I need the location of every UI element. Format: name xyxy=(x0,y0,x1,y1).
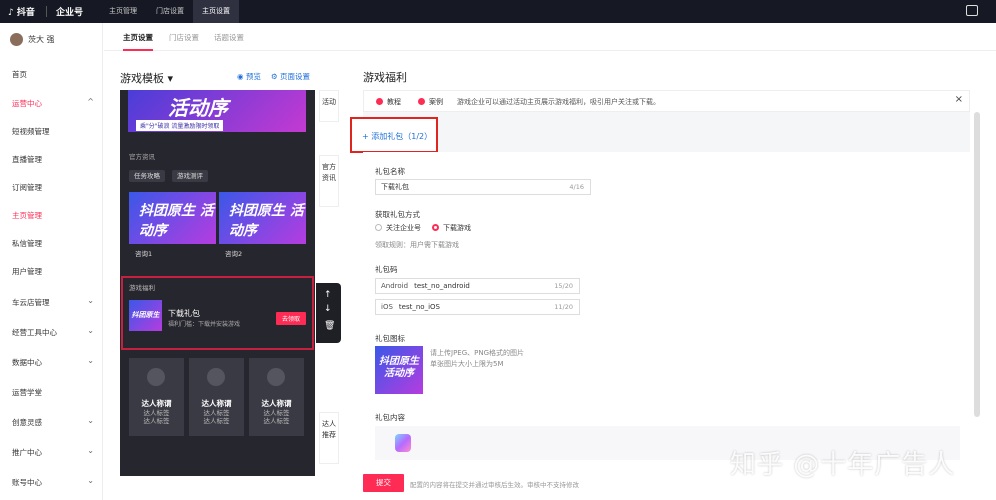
gift-title: 游戏福利 xyxy=(363,71,407,84)
tutorial-link[interactable]: 教程 xyxy=(376,97,401,107)
tab-store-settings[interactable]: 门店设置 xyxy=(169,32,199,43)
gift-code-label: 礼包码 xyxy=(375,265,398,274)
sidebar-item-business-tools[interactable]: 经营工具中心 ⌄ xyxy=(12,326,94,338)
chevron-down-icon: ⌄ xyxy=(87,356,94,365)
news-caption-1: 咨询1 xyxy=(135,250,153,258)
sidebar-item-account[interactable]: 账号中心 ⌄ xyxy=(12,476,94,488)
doc-icon xyxy=(418,98,425,105)
template-selector[interactable]: 游戏模板 ▾ xyxy=(120,70,173,86)
avatar-icon xyxy=(207,368,225,386)
radio-follow[interactable]: 关注企业号 xyxy=(375,223,421,233)
play-icon xyxy=(376,98,383,105)
claim-button[interactable]: 去领取 xyxy=(275,312,306,325)
chevron-down-icon: ⌄ xyxy=(87,296,94,305)
chevron-down-icon: ⌄ xyxy=(87,416,94,425)
news-caption-2: 咨询2 xyxy=(225,250,243,258)
avatar-icon xyxy=(147,368,165,386)
game-welfare-module[interactable]: 游戏福利 抖团原生 下载礼包 福利门槛：下载并安装游戏 去领取 xyxy=(121,276,314,350)
sidebar-item-data[interactable]: 数据中心 ⌄ xyxy=(12,356,94,368)
sidebar-item-videos[interactable]: 短视频管理 xyxy=(12,126,94,137)
douyin-logo[interactable]: ♪ 抖音 xyxy=(8,5,35,18)
top-bar: ♪ 抖音 企业号 主页管理 门店设置 主页设置 xyxy=(0,0,996,23)
footer-note: 配置的内容将在提交并通过审核后生效。审核中不支持修改 xyxy=(410,481,579,489)
chevron-down-icon: ⌄ xyxy=(87,476,94,485)
nav-store-settings[interactable]: 门店设置 xyxy=(147,0,193,23)
sidebar-item-operations[interactable]: 运营中心 ^ xyxy=(12,97,94,109)
tab-topic-settings[interactable]: 话题设置 xyxy=(214,32,244,43)
sidebar-item-home[interactable]: 首页 xyxy=(12,69,94,80)
chip-review[interactable]: 游戏测评 xyxy=(172,170,208,182)
username: 茨大 强 xyxy=(28,35,55,44)
enterprise-brand[interactable]: 企业号 xyxy=(56,5,83,18)
move-up-icon[interactable]: ↑ xyxy=(324,290,332,300)
chip-strategy[interactable]: 任务攻略 xyxy=(129,170,165,182)
module-tab-activity[interactable]: 活动 xyxy=(319,90,339,122)
gift-thumbnail: 抖团原生 xyxy=(129,300,162,331)
tab-home-settings[interactable]: 主页设置 xyxy=(123,32,153,51)
sidebar-item-inspiration[interactable]: 创意灵感 ⌄ xyxy=(12,416,94,428)
gift-rule: 领取规则：用户需下载游戏 xyxy=(375,241,459,249)
settings-tabs: 主页设置 门店设置 话题设置 xyxy=(104,23,996,51)
news-section-label: 官方资讯 xyxy=(129,153,155,161)
module-tab-news[interactable]: 官方资讯 xyxy=(319,155,339,207)
avatar xyxy=(10,33,23,46)
chevron-down-icon: ⌄ xyxy=(87,446,94,455)
preview-button[interactable]: ◉ 预览 xyxy=(237,71,261,82)
sidebar-item-live[interactable]: 直播管理 xyxy=(12,154,94,165)
sidebar-item-homepage[interactable]: 主页管理 xyxy=(12,210,94,221)
close-icon[interactable]: × xyxy=(955,94,963,105)
talent-card[interactable]: 达人称谓 达人标签 达人标签 xyxy=(249,358,304,436)
chevron-up-icon: ^ xyxy=(87,97,94,106)
sidebar-item-users[interactable]: 用户管理 xyxy=(12,266,94,277)
add-gift-button[interactable]: + 添加礼包（1/2） xyxy=(350,117,438,153)
user-profile[interactable]: 茨大 强 xyxy=(10,33,55,46)
nav-home-management[interactable]: 主页管理 xyxy=(100,0,146,23)
sidebar-item-promotion[interactable]: 推广中心 ⌄ xyxy=(12,446,94,458)
gift-name-label: 礼包名称 xyxy=(375,167,405,176)
page-settings-button[interactable]: ⚙ 页面设置 xyxy=(271,71,310,82)
talent-card[interactable]: 达人称谓 达人标签 达人标签 xyxy=(129,358,184,436)
submit-button[interactable]: 提交 xyxy=(363,474,404,492)
sidebar-item-messages[interactable]: 私信管理 xyxy=(12,238,94,249)
icon-upload-hint: 请上传JPEG、PNG格式的图片 单张图片大小上限为5M xyxy=(430,349,525,368)
gift-icon-label: 礼包图标 xyxy=(375,334,405,343)
watermark: 知乎 @十年广告人 xyxy=(730,450,956,480)
talent-card[interactable]: 达人称谓 达人标签 达人标签 xyxy=(189,358,244,436)
move-down-icon[interactable]: ↓ xyxy=(324,304,332,314)
delete-icon[interactable]: 🗑 xyxy=(324,321,335,331)
sidebar-item-subscription[interactable]: 订阅管理 xyxy=(12,182,94,193)
android-code-input[interactable]: Android test_no_android 15/20 xyxy=(375,278,580,294)
scrollbar[interactable] xyxy=(974,112,980,417)
nav-home-settings[interactable]: 主页设置 xyxy=(193,0,239,23)
gift-name-input[interactable]: 下载礼包 4/16 xyxy=(375,179,591,195)
news-card-2[interactable]: 抖团原生 活动序 xyxy=(219,192,306,244)
app-logo-icon xyxy=(395,434,411,452)
phone-preview: 活动序 乘"分"破浪 流量激励限时领取 官方资讯 任务攻略 游戏测评 抖团原生 … xyxy=(120,90,315,476)
activity-banner[interactable]: 活动序 乘"分"破浪 流量激励限时领取 xyxy=(128,90,306,132)
shopping-bag-icon[interactable] xyxy=(966,5,978,16)
notice-bar: 教程 案例 游戏企业可以通过活动主页展示游戏福利，吸引用户关注或下载。 × xyxy=(363,90,970,112)
ios-code-input[interactable]: iOS test_no_iOS 11/20 xyxy=(375,299,580,315)
gift-icon-image[interactable]: 抖团原生 活动序 xyxy=(375,346,423,394)
sidebar-item-academy[interactable]: 运营学堂 xyxy=(12,387,94,398)
avatar-icon xyxy=(267,368,285,386)
chevron-down-icon: ⌄ xyxy=(87,326,94,335)
sidebar-item-car-store[interactable]: 车云店管理 ⌄ xyxy=(12,296,94,308)
divider xyxy=(46,6,47,17)
sidebar: 茨大 强 首页 运营中心 ^ 短视频管理 直播管理 订阅管理 主页管理 私信管理 … xyxy=(0,23,103,500)
case-link[interactable]: 案例 xyxy=(418,97,443,107)
template-actions: ◉ 预览 ⚙ 页面设置 xyxy=(237,71,310,82)
news-card-1[interactable]: 抖团原生 活动序 xyxy=(129,192,216,244)
gift-method-label: 获取礼包方式 xyxy=(375,210,420,219)
module-toolbar: ↑ ↓ 🗑 xyxy=(316,283,341,343)
radio-download[interactable]: 下载游戏 xyxy=(432,223,471,233)
module-tab-talent[interactable]: 达人推荐 xyxy=(319,412,339,464)
gift-content-label: 礼包内容 xyxy=(375,413,405,422)
